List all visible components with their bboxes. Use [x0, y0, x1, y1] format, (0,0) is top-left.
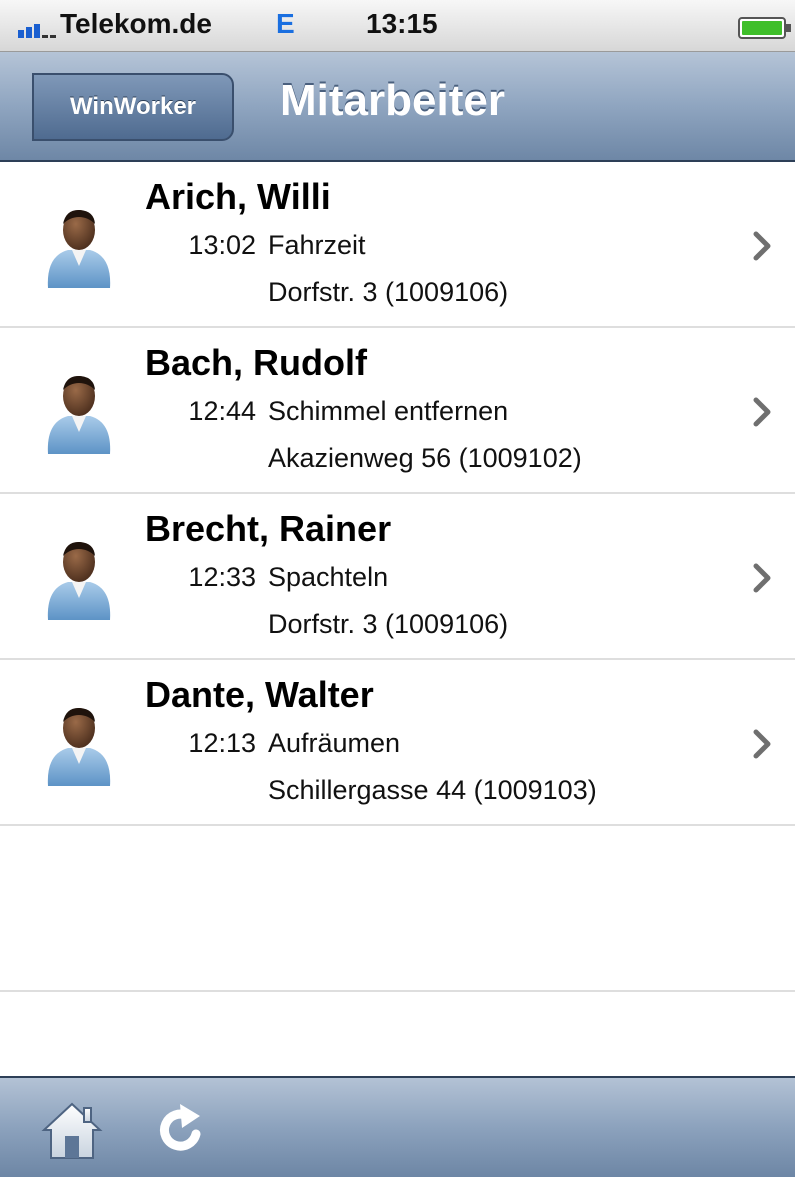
list-item[interactable]: Bach, Rudolf 12:44 Schimmel entfernen Ak… [0, 328, 795, 494]
carrier-name: Telekom.de [60, 8, 212, 39]
back-button-label: WinWorker [69, 93, 197, 120]
chevron-right-icon [753, 563, 771, 593]
chevron-right-icon [753, 729, 771, 759]
employee-time: 12:44 [188, 396, 256, 426]
network-type: E [276, 8, 295, 39]
navigation-bar: WinWorker Mitarbeiter [0, 52, 795, 162]
employee-task: Spachteln [268, 562, 389, 592]
employee-time: 12:13 [188, 728, 256, 758]
employee-name: Arich, Willi [145, 176, 331, 217]
chevron-right-icon [753, 231, 771, 261]
person-avatar-icon [47, 375, 111, 454]
employee-name: Dante, Walter [145, 674, 374, 715]
person-avatar-icon [47, 707, 111, 786]
employee-address: Akazienweg 56 (1009102) [268, 443, 582, 473]
battery-icon [738, 17, 791, 39]
bottom-toolbar [0, 1076, 795, 1177]
list-item[interactable]: Arich, Willi 13:02 Fahrzeit Dorfstr. 3 (… [0, 162, 795, 328]
status-time: 13:15 [366, 8, 438, 39]
employee-address: Dorfstr. 3 (1009106) [268, 277, 509, 307]
home-icon[interactable] [40, 1098, 104, 1162]
employee-name: Brecht, Rainer [145, 508, 392, 549]
employee-address: Schillergasse 44 (1009103) [268, 775, 597, 805]
employee-task: Fahrzeit [268, 230, 366, 260]
list-item[interactable]: Dante, Walter 12:13 Aufräumen Schillerga… [0, 660, 795, 826]
back-button[interactable]: WinWorker [32, 73, 234, 141]
empty-list-row [0, 826, 795, 992]
list-item[interactable]: Brecht, Rainer 12:33 Spachteln Dorfstr. … [0, 494, 795, 660]
employee-address: Dorfstr. 3 (1009106) [268, 609, 509, 639]
employee-task: Aufräumen [268, 728, 401, 758]
employee-task: Schimmel entfernen [268, 396, 509, 426]
refresh-icon[interactable] [152, 1098, 212, 1162]
status-bar: Telekom.de E 13:15 [0, 0, 795, 52]
page-title: Mitarbeiter [280, 76, 505, 125]
person-avatar-icon [47, 209, 111, 288]
chevron-right-icon [753, 397, 771, 427]
employee-name: Bach, Rudolf [145, 342, 367, 383]
employee-time: 12:33 [188, 562, 256, 592]
employee-list: Arich, Willi 13:02 Fahrzeit Dorfstr. 3 (… [0, 162, 795, 992]
person-avatar-icon [47, 541, 111, 620]
employee-time: 13:02 [188, 230, 256, 260]
